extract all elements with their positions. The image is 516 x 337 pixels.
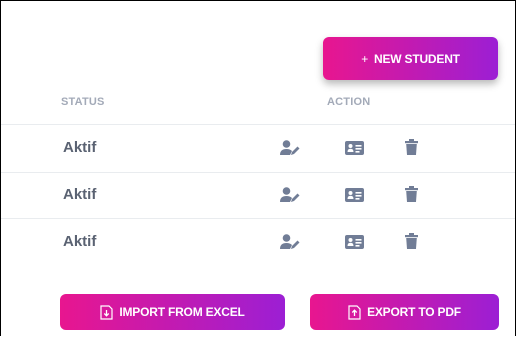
column-header-status: STATUS xyxy=(61,96,105,108)
plus-icon: + xyxy=(361,51,368,66)
status-cell: Aktif xyxy=(63,233,97,250)
id-card-icon[interactable] xyxy=(345,141,364,155)
student-panel: + NEW STUDENT STATUS ACTION Aktif Aktif … xyxy=(0,0,516,336)
row-divider xyxy=(1,172,515,173)
new-student-label: NEW STUDENT xyxy=(374,51,460,66)
row-divider xyxy=(1,124,515,125)
import-from-excel-label: IMPORT FROM EXCEL xyxy=(119,305,245,319)
user-edit-icon[interactable] xyxy=(280,140,300,156)
status-cell: Aktif xyxy=(63,186,97,203)
row-divider xyxy=(1,218,515,219)
file-export-icon xyxy=(348,304,361,320)
trash-icon[interactable] xyxy=(405,139,418,155)
id-card-icon[interactable] xyxy=(345,188,364,202)
export-to-pdf-button[interactable]: EXPORT TO PDF xyxy=(310,294,499,330)
trash-icon[interactable] xyxy=(405,233,418,249)
file-import-icon xyxy=(100,304,113,320)
new-student-button[interactable]: + NEW STUDENT xyxy=(323,37,498,80)
import-from-excel-button[interactable]: IMPORT FROM EXCEL xyxy=(60,294,285,330)
user-edit-icon[interactable] xyxy=(280,187,300,203)
column-header-action: ACTION xyxy=(327,96,371,108)
id-card-icon[interactable] xyxy=(345,235,364,249)
user-edit-icon[interactable] xyxy=(280,234,300,250)
trash-icon[interactable] xyxy=(405,186,418,202)
export-to-pdf-label: EXPORT TO PDF xyxy=(367,305,461,319)
status-cell: Aktif xyxy=(63,139,97,156)
